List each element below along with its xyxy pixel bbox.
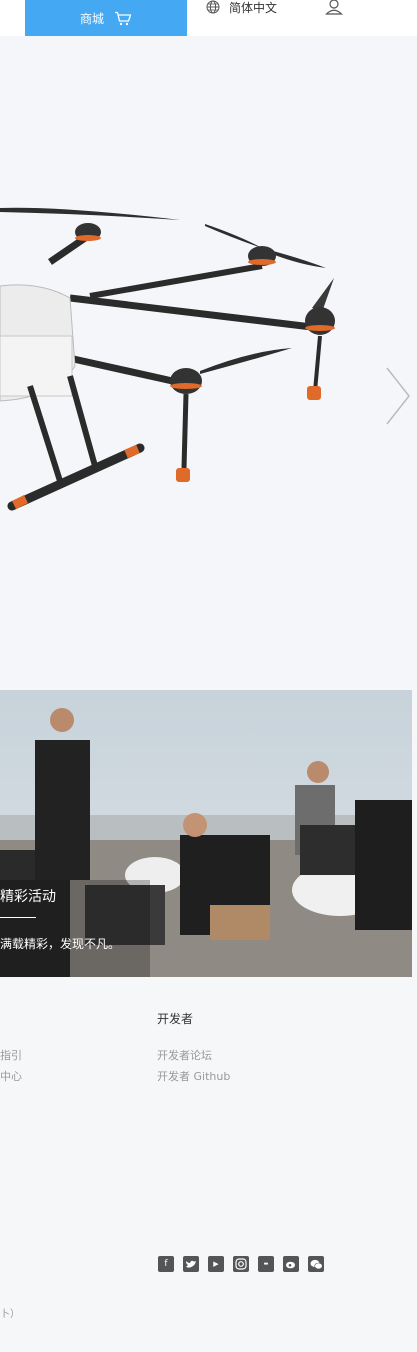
wechat-icon[interactable] xyxy=(308,1256,324,1272)
copyright-text: 卜） xyxy=(0,1309,20,1320)
language-selector[interactable]: 简体中文 xyxy=(206,0,278,15)
globe-icon xyxy=(206,0,220,14)
store-button[interactable]: 商城 xyxy=(25,0,187,36)
top-nav: 商城 简体中文 xyxy=(0,0,417,36)
event-divider xyxy=(0,917,36,918)
footer-link-developer-github[interactable]: 开发者 Github xyxy=(157,1068,230,1084)
page: 商城 简体中文 精彩活动 满载精彩，发现不凡。 指引 中心 开发者 开发者论坛 … xyxy=(0,0,417,1352)
instagram-icon[interactable] xyxy=(233,1256,249,1272)
twitter-icon[interactable] xyxy=(183,1256,199,1272)
developer-heading: 开发者 xyxy=(157,1012,194,1026)
youtube-icon[interactable]: ▶ xyxy=(208,1256,224,1272)
social-links: f ▶ ▬ xyxy=(158,1256,324,1272)
event-photo xyxy=(0,690,412,977)
user-icon[interactable] xyxy=(325,0,343,15)
chevron-right-icon[interactable] xyxy=(385,366,411,426)
weibo-icon[interactable] xyxy=(283,1256,299,1272)
event-title: 精彩活动 xyxy=(0,889,56,905)
facebook-icon[interactable]: f xyxy=(158,1256,174,1272)
store-label: 商城 xyxy=(79,11,104,26)
youku-icon[interactable]: ▬ xyxy=(258,1256,274,1272)
drone-image xyxy=(0,207,335,511)
event-banner[interactable]: 精彩活动 满载精彩，发现不凡。 xyxy=(0,690,412,977)
hero-banner xyxy=(0,36,417,688)
footer-link-developer-forum[interactable]: 开发者论坛 xyxy=(157,1047,212,1063)
footer-link-center[interactable]: 中心 xyxy=(0,1068,22,1084)
event-subtitle: 满载精彩，发现不凡。 xyxy=(0,937,121,951)
cart-icon xyxy=(114,11,132,26)
footer-link-guide[interactable]: 指引 xyxy=(0,1047,22,1063)
language-label: 简体中文 xyxy=(229,0,278,15)
